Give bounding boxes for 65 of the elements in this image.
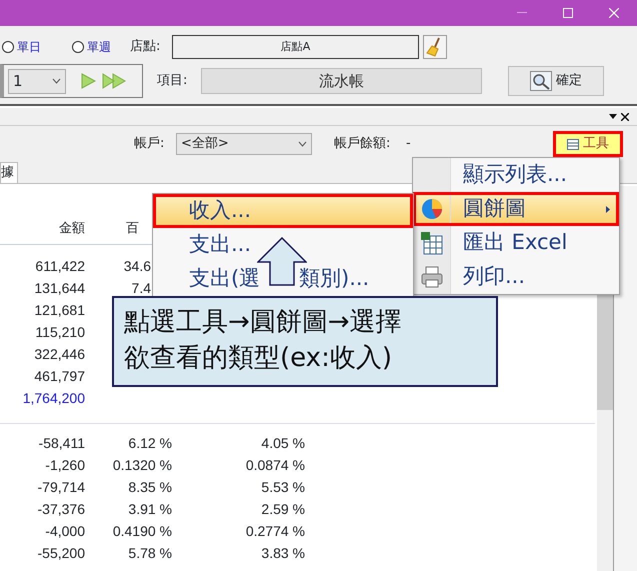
percent-cell-text: 0.0874 % xyxy=(244,456,305,474)
percent-cell-text: 3.91 % xyxy=(127,500,172,518)
tools-button[interactable]: 工具 xyxy=(553,131,623,157)
amount-cell-text: 115,210 xyxy=(34,322,85,342)
percent-cell-text: 34.6 xyxy=(122,256,151,276)
column-header: 金額 xyxy=(58,219,85,238)
percent-cell-text: 7.4 xyxy=(130,278,151,298)
percent-cell-text: 8.35 % xyxy=(127,478,172,496)
select-value: <全部> xyxy=(181,135,229,154)
submenu-arrow-icon xyxy=(606,206,610,213)
maximize-icon[interactable] xyxy=(563,8,573,18)
store-label: 店點: xyxy=(130,38,162,56)
radio-button[interactable]: 單週 xyxy=(72,38,116,56)
amount-cell-text: 121,681 xyxy=(33,300,85,320)
percent-cell-text: 0.2774 % xyxy=(244,522,305,540)
period-select[interactable]: 1 xyxy=(8,68,66,94)
balance-value: - xyxy=(406,135,411,154)
amount-cell-text: -37,376 xyxy=(36,500,85,518)
close-icon[interactable] xyxy=(621,112,629,120)
amount-cell-text: -4,000 xyxy=(44,522,85,540)
percent-cell-text: 0.1320 % xyxy=(112,456,172,474)
column-header: 百 xyxy=(126,219,139,238)
menu-item[interactable]: 支出... xyxy=(153,228,413,262)
amount-cell-text: 461,797 xyxy=(33,366,85,386)
spreadsheet-icon xyxy=(420,231,444,255)
search-icon xyxy=(530,71,552,91)
percent-cell-text: 5.78 % xyxy=(127,544,172,562)
percent-cell-text: 0.4190 % xyxy=(112,522,172,540)
confirm-button[interactable]: 確定 xyxy=(508,66,604,96)
percent-cell-text: 3.83 % xyxy=(260,544,305,562)
amount-cell-text: 131,644 xyxy=(33,278,85,298)
tab[interactable]: 據 xyxy=(0,162,18,183)
menu-item[interactable]: 列印... xyxy=(413,260,619,294)
item-label: 項目: xyxy=(157,72,188,90)
percent-cell-text: 6.12 % xyxy=(127,434,172,452)
store-field[interactable]: 店點A xyxy=(172,35,419,59)
menu-item[interactable]: 匯出 Excel xyxy=(413,226,619,260)
percent-cell-text: 4.05 % xyxy=(260,434,305,452)
list-icon xyxy=(567,138,579,150)
balance-label: 帳戶餘額: xyxy=(334,135,392,154)
account-label: 帳戶: xyxy=(134,135,166,154)
amount-cell-text: -58,411 xyxy=(38,434,85,452)
menu-item[interactable]: 顯示列表... xyxy=(413,158,619,192)
dropdown-icon[interactable] xyxy=(609,114,617,119)
callout-text: 點選工具→圓餅圖→選擇 欲查看的類型(ex:收入) xyxy=(112,296,498,387)
amount-cell-text: -55,200 xyxy=(36,544,85,562)
menu-item[interactable]: 圓餅圖 xyxy=(413,192,619,226)
broom-icon[interactable] xyxy=(423,35,447,59)
printer-icon xyxy=(420,265,444,289)
amount-cell-text: -1,260 xyxy=(44,456,85,474)
menu-item[interactable]: 收入... xyxy=(153,194,413,228)
pie-chart-icon xyxy=(420,197,444,221)
total-cell-text: 1,764,200 xyxy=(22,388,85,408)
item-field[interactable]: 流水帳 xyxy=(201,68,482,94)
select-value: 1 xyxy=(13,70,23,92)
amount-cell-text: -79,714 xyxy=(36,478,85,496)
account-select[interactable]: <全部> xyxy=(176,133,312,155)
percent-cell-text: 2.59 % xyxy=(260,500,305,518)
chevron-down-icon xyxy=(52,78,61,84)
chevron-down-icon xyxy=(298,141,307,147)
radio-button[interactable]: 單日 xyxy=(2,38,46,56)
menu-item[interactable]: 支出(選 類別)... xyxy=(153,262,413,296)
percent-cell-text: 5.53 % xyxy=(260,478,305,496)
amount-cell-text: 611,422 xyxy=(34,256,85,276)
amount-cell-text: 322,446 xyxy=(33,344,85,364)
